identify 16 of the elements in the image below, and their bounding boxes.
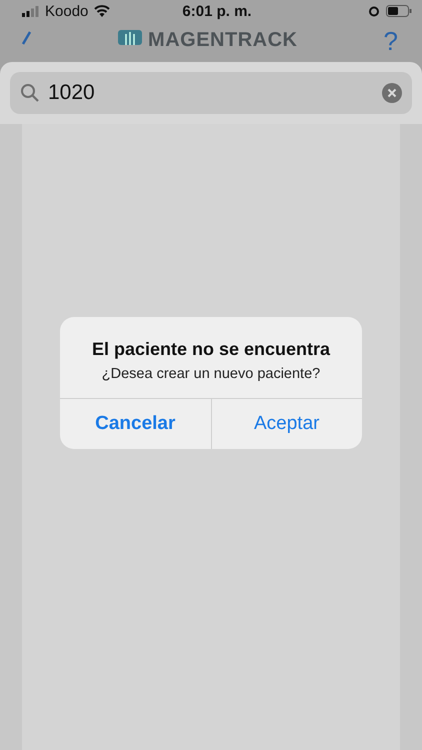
signal-icon bbox=[22, 6, 39, 16]
battery-icon bbox=[386, 5, 412, 17]
carrier-name: Koodo bbox=[45, 2, 88, 20]
help-icon[interactable]: ? bbox=[384, 30, 398, 52]
clear-icon[interactable] bbox=[382, 83, 402, 103]
search-icon bbox=[20, 83, 40, 103]
cancel-button[interactable]: Cancelar bbox=[60, 399, 210, 449]
logo-icon bbox=[118, 30, 142, 45]
app-title: MAGENTRACK bbox=[148, 30, 298, 50]
search-field[interactable]: 1020 bbox=[10, 72, 412, 114]
wifi-icon bbox=[94, 5, 110, 17]
accept-button[interactable]: Aceptar bbox=[210, 399, 362, 449]
alarm-clock-icon bbox=[368, 5, 380, 17]
alert-title: El paciente no se encuentra bbox=[92, 339, 330, 360]
alert-message: ¿Desea crear un nuevo paciente? bbox=[102, 366, 320, 382]
status-time: 6:01 p. m. bbox=[182, 2, 252, 20]
